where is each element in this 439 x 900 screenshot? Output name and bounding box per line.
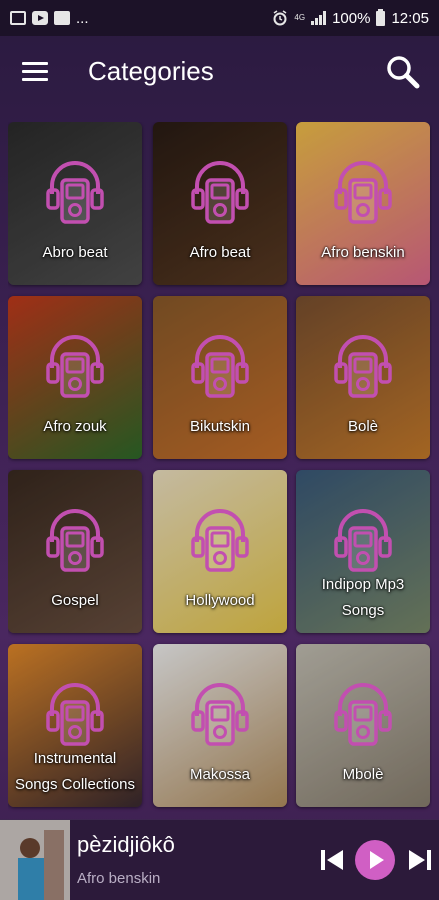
network-type: 4G [294,13,306,22]
category-tile[interactable]: Indipop Mp3 Songs [296,470,430,633]
previous-button[interactable] [318,846,346,874]
signal-icon [311,11,327,25]
search-button[interactable] [385,54,421,90]
headphones-player-icon [191,509,249,572]
clock: 12:05 [391,9,429,27]
headphones-player-icon [334,683,392,746]
category-tile[interactable]: Makossa [153,644,287,807]
alarm-icon [273,10,287,26]
track-title: pèzidjiôkô [77,832,175,857]
play-icon [370,851,384,869]
category-tile[interactable]: Bikutskin [153,296,287,459]
skip-previous-icon [321,850,343,870]
category-label: Mbolè [342,766,384,783]
flipboard-notification-icon [54,11,70,25]
category-tile[interactable]: Bolè [296,296,430,459]
category-tile[interactable]: Hollywood [153,470,287,633]
status-right: 4G 100% 12:05 [272,8,429,27]
menu-button[interactable] [22,62,48,84]
category-label: Hollywood [185,592,255,609]
category-tile[interactable]: Abro beat [8,122,142,285]
headphones-player-icon [334,161,392,224]
category-label: Instrumental Songs Collections [14,750,136,793]
category-tile[interactable]: Gospel [8,470,142,633]
hamburger-icon [22,62,48,81]
category-label: Abro beat [42,244,108,261]
page-title: Categories [88,56,214,86]
category-grid: Abro beat Afro beat Afro benskin Afro zouk B… [8,122,432,822]
category-label: Gospel [51,592,99,609]
play-button[interactable] [355,840,395,880]
category-label: Bikutskin [189,418,251,435]
mini-player[interactable]: pèzidjiôkô Afro benskin [0,819,439,900]
category-tile[interactable]: Afro beat [153,122,287,285]
next-button[interactable] [406,846,434,874]
headphones-player-icon [191,683,249,746]
headphones-player-icon [191,335,249,398]
category-label: Afro zouk [43,418,107,435]
notification-icons: ... [10,10,89,27]
category-label: Afro beat [189,244,251,261]
headphones-player-icon [46,683,104,746]
battery-percent: 100% [332,9,371,27]
search-icon [387,56,420,89]
status-bar: ... 4G 100% 12:05 [0,0,439,36]
skip-next-icon [409,850,431,870]
category-label: Makossa [189,766,251,783]
category-tile[interactable]: Afro benskin [296,122,430,285]
battery-icon [376,8,386,26]
category-tile[interactable]: Instrumental Songs Collections [8,644,142,807]
headphones-player-icon [46,161,104,224]
category-tile[interactable]: Afro zouk [8,296,142,459]
youtube-notification-icon [32,11,48,25]
headphones-player-icon [191,161,249,224]
category-label: Bolè [347,418,379,435]
image-notification-icon [10,11,26,25]
category-label: Afro benskin [321,244,405,261]
app-bar: Categories [0,36,439,112]
headphones-player-icon [334,509,392,572]
headphones-player-icon [46,335,104,398]
more-notifications-dots: ... [76,9,89,27]
category-label: Indipop Mp3 Songs [321,576,405,619]
track-artist: Afro benskin [77,870,161,887]
headphones-player-icon [334,335,392,398]
category-tile[interactable]: Mbolè [296,644,430,807]
album-thumbnail [0,820,70,900]
headphones-player-icon [46,509,104,572]
